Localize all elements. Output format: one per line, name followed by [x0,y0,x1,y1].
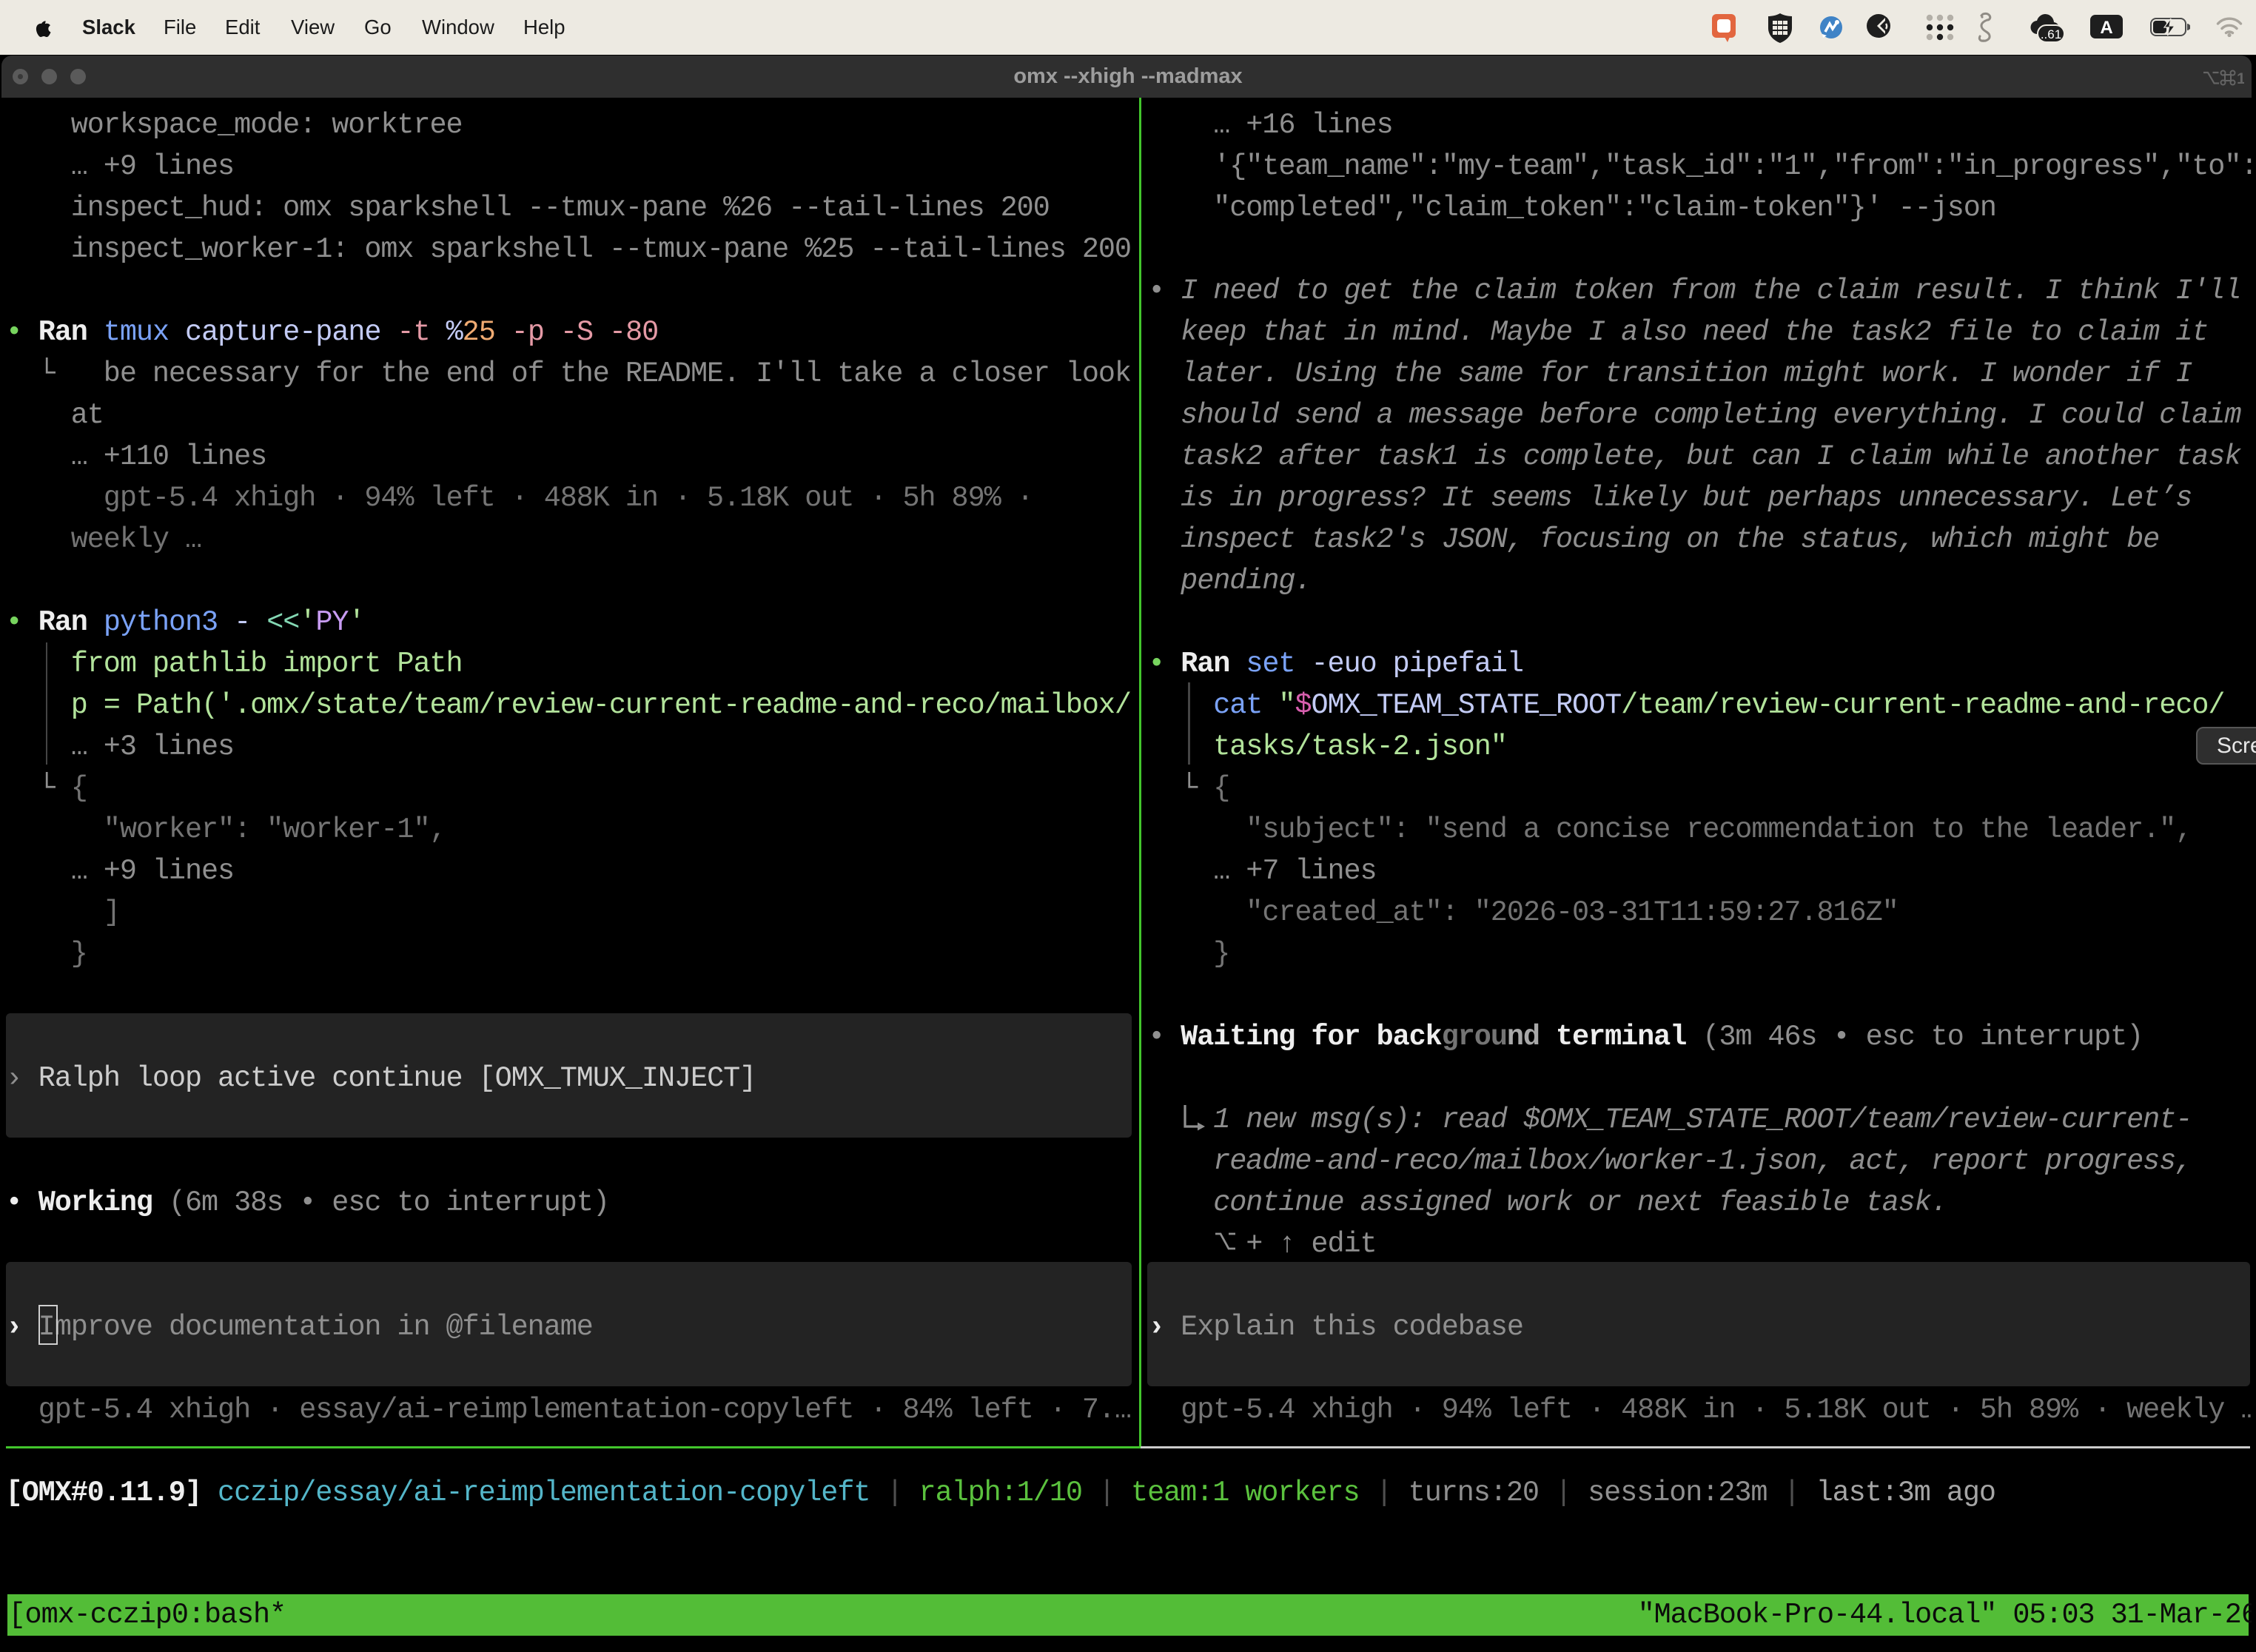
svg-text:..61: ..61 [2041,27,2061,41]
svg-text:A: A [2100,18,2112,38]
svg-text:1: 1 [2237,70,2244,87]
